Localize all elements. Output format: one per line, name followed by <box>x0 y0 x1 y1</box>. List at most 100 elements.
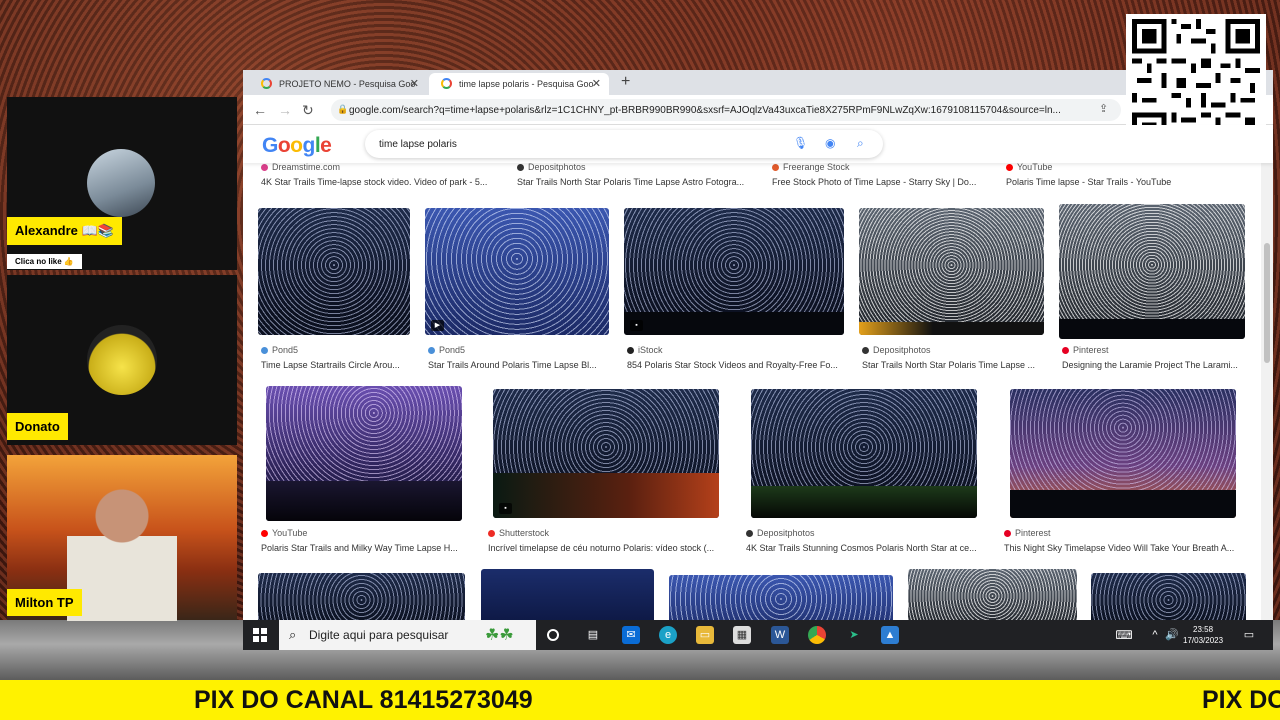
taskbar-search[interactable]: ⌕ Digite aqui para pesquisar ☘☘ <box>279 620 536 650</box>
avatar <box>87 325 157 395</box>
person-silhouette <box>67 481 177 621</box>
source-icon <box>627 347 634 354</box>
pix-banner: PIX DO CANAL 81415273049 PIX DO <box>0 680 1280 720</box>
result-caption[interactable]: Star Trails North Star Polaris Time Laps… <box>517 177 757 187</box>
video-badge-icon: ▪ <box>499 503 512 514</box>
result-image[interactable] <box>859 208 1044 335</box>
scrollbar-thumb[interactable] <box>1264 243 1270 363</box>
result-image[interactable] <box>481 569 654 620</box>
source-icon <box>261 164 268 171</box>
clover-icon: ☘☘ <box>485 627 514 644</box>
close-icon[interactable]: ✕ <box>592 77 601 90</box>
notification-icon[interactable]: ▭ <box>1240 626 1258 644</box>
result-source: Depositphotos <box>517 163 586 172</box>
tab-title: PROJETO NEMO - Pesquisa Goo <box>279 79 416 89</box>
chevron-up-icon[interactable]: ^ <box>1146 626 1164 644</box>
result-caption[interactable]: Incrível timelapse de céu noturno Polari… <box>488 543 724 553</box>
reload-icon[interactable]: ↻ <box>302 102 314 119</box>
mail-icon[interactable]: ✉ <box>622 626 640 644</box>
search-input[interactable]: time lapse polaris 🎙 ◉ ⌕ <box>365 130 883 158</box>
photos-icon[interactable]: ▲ <box>881 626 899 644</box>
google-favicon-icon <box>261 78 272 89</box>
image-results: Dreamstime.com 4K Star Trails Time-lapse… <box>243 163 1261 620</box>
result-source: Pond5 <box>261 345 298 355</box>
url-text: google.com/search?q=time+lapse+polaris&r… <box>349 105 1061 116</box>
result-caption[interactable]: Designing the Laramie Project The Larami… <box>1062 360 1248 370</box>
tab-time-lapse-polaris[interactable]: time lapse polaris - Pesquisa Goo ✕ <box>429 73 609 95</box>
result-image[interactable]: ▪ <box>493 389 719 518</box>
word-icon[interactable]: W <box>771 626 789 644</box>
tab-strip: PROJETO NEMO - Pesquisa Goo ✕ time lapse… <box>243 70 1273 95</box>
volume-icon[interactable]: 🔊 <box>1163 626 1181 644</box>
task-view-icon[interactable]: ▤ <box>584 626 602 644</box>
url-field[interactable]: 🔒 google.com/search?q=time+lapse+polaris… <box>331 99 1121 121</box>
back-icon[interactable]: ← <box>253 102 267 118</box>
taskbar-search-placeholder: Digite aqui para pesquisar <box>309 628 449 642</box>
result-caption[interactable]: Polaris Star Trails and Milky Way Time L… <box>261 543 466 553</box>
result-caption[interactable]: Star Trails Around Polaris Time Lapse Bl… <box>428 360 612 370</box>
result-caption[interactable]: 4K Star Trails Stunning Cosmos Polaris N… <box>746 543 986 553</box>
store-icon[interactable]: ▦ <box>733 626 751 644</box>
tab-projeto-nemo[interactable]: PROJETO NEMO - Pesquisa Goo ✕ <box>249 73 427 95</box>
scrollbar[interactable] <box>1261 163 1273 620</box>
result-image[interactable] <box>1091 573 1246 620</box>
result-source: Dreamstime.com <box>261 163 340 172</box>
new-tab-icon[interactable]: + <box>621 73 630 91</box>
close-icon[interactable]: ✕ <box>410 77 419 90</box>
result-caption[interactable]: This Night Sky Timelapse Video Will Take… <box>1004 543 1244 553</box>
result-caption[interactable]: Time Lapse Startrails Circle Arou... <box>261 360 413 370</box>
result-image[interactable]: ▪ <box>624 208 844 335</box>
result-source: Shutterstock <box>488 528 549 538</box>
result-caption[interactable]: 854 Polaris Star Stock Videos and Royalt… <box>627 360 847 370</box>
result-image[interactable] <box>258 208 410 335</box>
source-icon <box>517 164 524 171</box>
keyboard-icon[interactable]: ⌨ <box>1115 626 1133 644</box>
video-badge-icon: ▪ <box>630 320 643 331</box>
banner-text: PIX DO CANAL 81415273049 <box>194 686 533 714</box>
mic-icon[interactable]: 🎙 <box>793 136 808 150</box>
result-image[interactable]: ▶ <box>425 208 609 335</box>
result-source: iStock <box>627 345 663 355</box>
result-image[interactable] <box>1059 204 1245 339</box>
source-icon <box>261 530 268 537</box>
share-icon[interactable]: ⇪ <box>1099 102 1108 115</box>
participant-name: Alexandre 📖📚 <box>7 217 122 245</box>
taskbar-clock[interactable]: 23:58 17/03/2023 <box>1183 624 1223 646</box>
google-logo[interactable]: Google <box>262 134 332 158</box>
result-image[interactable] <box>266 386 462 521</box>
video-badge-icon: ▶ <box>431 320 444 331</box>
cortana-icon[interactable] <box>547 629 559 641</box>
search-icon[interactable]: ⌕ <box>857 136 864 151</box>
google-favicon-icon <box>441 78 452 89</box>
source-icon <box>862 347 869 354</box>
camera-icon[interactable]: ◉ <box>825 136 835 150</box>
forward-icon[interactable]: → <box>278 102 292 118</box>
clock-time: 23:58 <box>1193 625 1214 634</box>
result-source: Pinterest <box>1062 345 1109 355</box>
address-bar: ← → ↻ 🔒 google.com/search?q=time+lapse+p… <box>243 95 1273 125</box>
result-image[interactable] <box>751 389 977 518</box>
file-explorer-icon[interactable]: ▭ <box>696 626 714 644</box>
source-icon <box>428 347 435 354</box>
app-icon[interactable]: ➤ <box>845 626 863 644</box>
result-caption[interactable]: Free Stock Photo of Time Lapse - Starry … <box>772 177 982 187</box>
source-icon <box>1062 347 1069 354</box>
result-source: YouTube <box>1006 163 1052 172</box>
result-source: Pinterest <box>1004 528 1051 538</box>
participant-name: Donato <box>7 413 68 440</box>
result-image[interactable] <box>908 569 1077 620</box>
edge-icon[interactable]: e <box>659 626 677 644</box>
result-caption[interactable]: Star Trails North Star Polaris Time Laps… <box>862 360 1047 370</box>
clock-date: 17/03/2023 <box>1183 636 1224 645</box>
result-caption[interactable]: Polaris Time lapse - Star Trails - YouTu… <box>1006 177 1246 187</box>
chrome-icon[interactable] <box>808 626 826 644</box>
banner-text-repeat: PIX DO <box>1202 686 1280 714</box>
lock-icon: 🔒 <box>337 104 349 114</box>
participant-subtitle: Clica no like 👍 <box>7 254 82 269</box>
result-caption[interactable]: 4K Star Trails Time-lapse stock video. V… <box>261 177 501 187</box>
result-image[interactable] <box>258 573 465 620</box>
windows-start-icon[interactable] <box>253 628 267 642</box>
result-image[interactable] <box>669 575 893 620</box>
source-icon <box>261 347 268 354</box>
result-image[interactable] <box>1010 389 1236 518</box>
